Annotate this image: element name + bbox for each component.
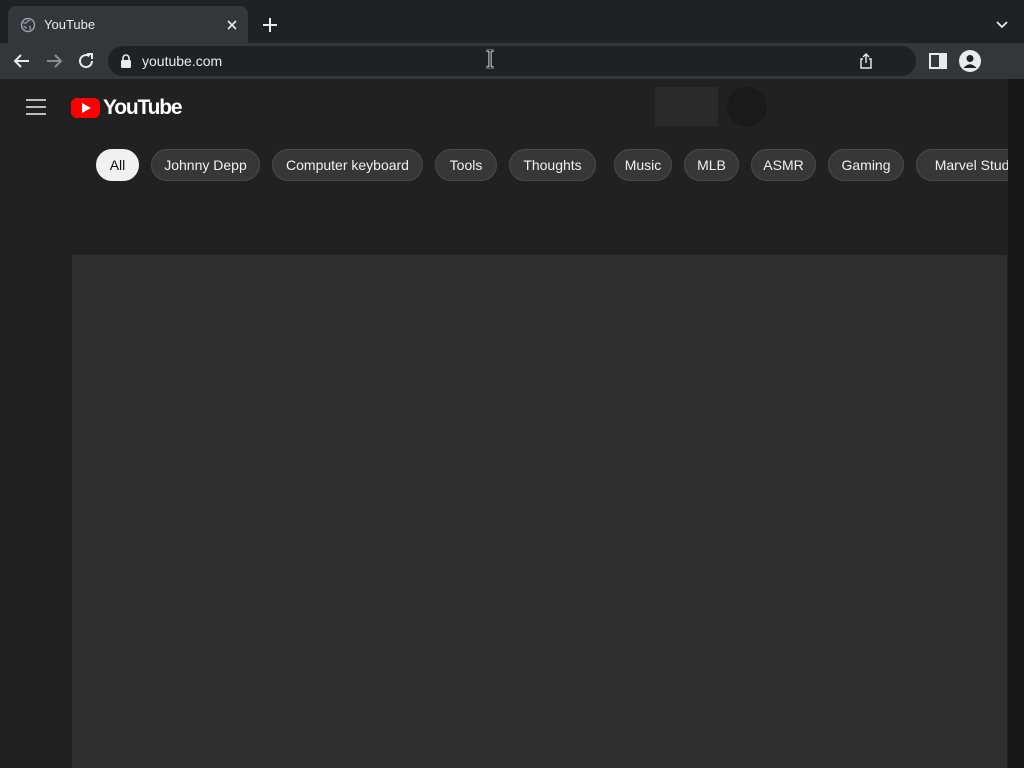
category-chips-bar: All Johnny Depp Computer keyboard Tools … [96, 149, 1008, 181]
video-loading-placeholder [72, 255, 1007, 768]
hamburger-menu-icon[interactable] [24, 97, 48, 117]
chip-all[interactable]: All [96, 149, 139, 181]
browser-tab[interactable]: YouTube [8, 6, 248, 43]
browser-tab-strip: YouTube [0, 0, 1024, 43]
page-scrollbar[interactable] [1008, 79, 1024, 768]
text-cursor-icon [486, 49, 494, 69]
youtube-play-logo-icon [71, 98, 100, 118]
search-placeholder [655, 87, 718, 126]
profile-avatar[interactable] [959, 50, 981, 72]
lock-icon[interactable] [120, 54, 132, 68]
close-icon[interactable] [224, 17, 240, 33]
avatar-placeholder [727, 87, 767, 127]
globe-icon [20, 17, 36, 33]
chip-tools[interactable]: Tools [435, 149, 497, 181]
chip-asmr[interactable]: ASMR [751, 149, 816, 181]
logo-text: YouTube [103, 96, 183, 119]
chip-mlb[interactable]: MLB [684, 149, 739, 181]
forward-arrow-icon[interactable] [42, 49, 66, 73]
new-tab-plus-icon[interactable] [260, 15, 280, 35]
chip-marvel-studios[interactable]: Marvel Studios [916, 149, 1008, 181]
chevron-down-icon[interactable] [992, 15, 1012, 35]
chip-music[interactable]: Music [614, 149, 672, 181]
tab-title: YouTube [44, 17, 96, 32]
youtube-page: YouTube All Johnny Depp Computer keyboar… [0, 79, 1008, 768]
chip-johnny-depp[interactable]: Johnny Depp [151, 149, 260, 181]
back-arrow-icon[interactable] [10, 49, 34, 73]
person-icon [963, 55, 977, 68]
url-text[interactable]: youtube.com [142, 53, 222, 69]
browser-toolbar: youtube.com [0, 43, 1024, 79]
chip-thoughts[interactable]: Thoughts [509, 149, 596, 181]
side-panel-icon[interactable] [928, 51, 948, 71]
chips-scroll-fade [596, 149, 616, 181]
address-bar[interactable]: youtube.com [108, 46, 916, 76]
chip-gaming[interactable]: Gaming [828, 149, 904, 181]
share-icon[interactable] [858, 53, 874, 69]
chip-computer-keyboard[interactable]: Computer keyboard [272, 149, 423, 181]
reload-icon[interactable] [74, 49, 98, 73]
